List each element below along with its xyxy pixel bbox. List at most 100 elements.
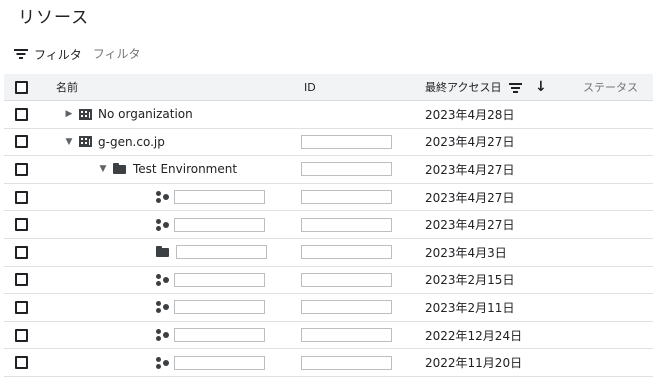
filter-label: フィルタ	[34, 47, 82, 62]
name-cell: ▼ Test Environment	[98, 156, 238, 183]
row-checkbox-cell	[15, 349, 28, 376]
table-row[interactable]: ▶ No organization 2023年4月28日	[4, 101, 653, 129]
resource-table: 名前 ID 最終アクセス日 ↓ ステータス ▶ No organization 20…	[4, 74, 653, 377]
row-checkbox[interactable]	[15, 162, 28, 176]
name-cell	[156, 322, 265, 349]
redacted-id-box	[301, 190, 392, 205]
row-checkbox-cell	[15, 129, 28, 156]
table-row[interactable]: 2022年11月20日	[4, 349, 653, 377]
collapse-caret-icon[interactable]: ▼	[64, 137, 74, 147]
last-access-date: 2023年2月11日	[425, 300, 515, 315]
row-checkbox[interactable]	[15, 190, 28, 204]
row-checkbox[interactable]	[15, 107, 28, 121]
id-cell	[301, 184, 392, 211]
page-title: リソース	[18, 8, 90, 28]
row-checkbox[interactable]	[15, 245, 28, 259]
expand-caret-icon[interactable]: ▶	[64, 109, 74, 119]
table-row[interactable]: ▼ g-gen.co.jp 2023年4月27日	[4, 129, 653, 157]
project-icon	[156, 329, 170, 342]
name-cell	[156, 349, 265, 376]
last-access-date: 2023年4月27日	[425, 135, 515, 150]
id-cell	[301, 239, 392, 266]
last-access-date: 2023年4月27日	[425, 190, 515, 205]
row-checkbox-cell	[15, 239, 28, 266]
table-row[interactable]: 2023年4月27日	[4, 184, 653, 212]
column-header-last-access[interactable]: 最終アクセス日	[425, 74, 501, 100]
resource-name-link[interactable]: Test Environment	[133, 162, 237, 176]
row-checkbox-cell	[15, 156, 28, 183]
resource-name-link[interactable]: No organization	[98, 107, 193, 121]
project-icon	[156, 273, 170, 286]
table-row[interactable]: ▼ Test Environment 2023年4月27日	[4, 156, 653, 184]
row-checkbox-cell	[15, 294, 28, 321]
table-header: 名前 ID 最終アクセス日 ↓ ステータス	[4, 74, 653, 101]
folder-icon	[113, 162, 126, 174]
table-row[interactable]: 2023年2月15日	[4, 267, 653, 295]
project-icon	[156, 301, 170, 314]
column-header-status[interactable]: ステータス	[583, 74, 638, 100]
name-cell	[156, 211, 265, 238]
id-cell	[301, 211, 392, 238]
redacted-id-box	[301, 245, 392, 260]
table-row[interactable]: 2023年4月27日	[4, 211, 653, 239]
redacted-id-box	[301, 217, 392, 232]
organization-icon	[79, 108, 92, 120]
table-row[interactable]: 2022年12月24日	[4, 322, 653, 350]
name-cell	[156, 184, 265, 211]
redacted-name-box[interactable]	[176, 245, 267, 260]
project-icon	[156, 356, 170, 369]
row-checkbox-cell	[15, 101, 28, 128]
last-access-date: 2023年2月15日	[425, 273, 515, 288]
row-checkbox[interactable]	[15, 356, 28, 370]
filter-icon[interactable]	[14, 48, 28, 60]
collapse-caret-icon[interactable]: ▼	[98, 164, 108, 174]
select-all-checkbox[interactable]	[15, 80, 28, 94]
column-header-name[interactable]: 名前	[56, 74, 78, 100]
row-checkbox[interactable]	[15, 273, 28, 287]
row-checkbox-cell	[15, 322, 28, 349]
redacted-name-box[interactable]	[174, 300, 265, 315]
name-cell	[156, 294, 265, 321]
row-checkbox[interactable]	[15, 300, 28, 314]
last-access-date: 2023年4月28日	[425, 107, 515, 122]
table-row[interactable]: 2023年4月3日	[4, 239, 653, 267]
redacted-id-box	[301, 272, 392, 287]
resource-name-link[interactable]: g-gen.co.jp	[98, 135, 165, 149]
id-cell	[301, 322, 392, 349]
id-cell	[301, 267, 392, 294]
folder-icon	[156, 245, 169, 257]
row-checkbox[interactable]	[15, 218, 28, 232]
table-row[interactable]: 2023年2月11日	[4, 294, 653, 322]
id-cell	[301, 294, 392, 321]
name-cell: ▼ g-gen.co.jp	[64, 129, 165, 156]
id-cell	[301, 129, 392, 156]
id-cell	[301, 156, 392, 183]
redacted-name-box[interactable]	[174, 190, 265, 205]
filter-input[interactable]	[92, 47, 183, 61]
column-header-id[interactable]: ID	[304, 74, 316, 100]
row-checkbox[interactable]	[15, 135, 28, 149]
last-access-date: 2023年4月3日	[425, 245, 507, 260]
name-cell	[156, 239, 267, 266]
last-access-date: 2023年4月27日	[425, 218, 515, 233]
redacted-name-box[interactable]	[174, 272, 265, 287]
row-checkbox-cell	[15, 211, 28, 238]
redacted-name-box[interactable]	[174, 328, 265, 343]
redacted-name-box[interactable]	[174, 217, 265, 232]
filter-bar: フィルタ	[14, 44, 183, 64]
sort-descending-arrow-icon[interactable]: ↓	[535, 74, 547, 100]
name-cell	[156, 267, 265, 294]
row-checkbox-cell	[15, 184, 28, 211]
organization-icon	[79, 136, 92, 148]
select-all-cell	[15, 74, 28, 100]
id-cell	[301, 349, 392, 376]
redacted-name-box[interactable]	[174, 355, 265, 370]
row-checkbox-cell	[15, 267, 28, 294]
row-checkbox[interactable]	[15, 328, 28, 342]
last-access-date: 2022年12月24日	[425, 328, 523, 343]
last-access-date: 2023年4月27日	[425, 162, 515, 177]
redacted-id-box	[301, 162, 392, 177]
sort-options-icon[interactable]	[509, 74, 523, 100]
redacted-id-box	[301, 355, 392, 370]
redacted-id-box	[301, 328, 392, 343]
